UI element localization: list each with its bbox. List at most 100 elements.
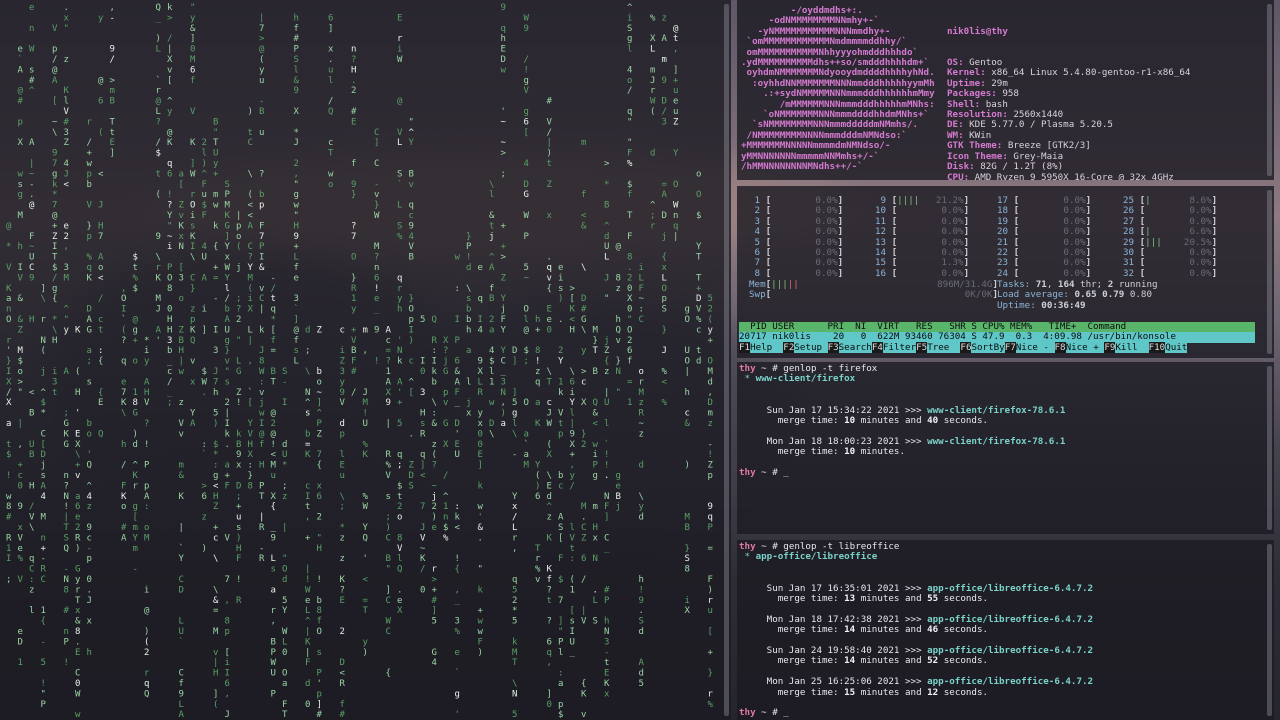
fkey-label[interactable]: SortBy — [971, 341, 1005, 353]
matrix-glyph: ! — [639, 585, 644, 595]
fkey-f1[interactable]: F1 — [739, 341, 751, 353]
matrix-glyph: h — [535, 315, 540, 325]
matrix-glyph: < — [64, 180, 70, 190]
matrix-glyph: ` — [397, 179, 402, 190]
matrix-glyph: L — [248, 325, 253, 335]
matrix-glyph: | — [225, 409, 230, 419]
fkey-label[interactable]: Nice + — [1065, 341, 1105, 353]
matrix-glyph: " — [282, 554, 287, 564]
matrix-glyph: w — [489, 398, 495, 408]
matrix-glyph: x — [190, 377, 196, 387]
matrix-glyph: f — [547, 575, 552, 585]
fkey-f4[interactable]: F4 — [871, 341, 883, 353]
matrix-glyph: 0 — [547, 700, 552, 710]
matrix-glyph: V — [18, 575, 24, 585]
matrix-glyph: i — [685, 596, 690, 606]
fkey-f7[interactable]: F7 — [1004, 341, 1016, 353]
cpu-percent: 0.0% — [941, 205, 964, 217]
scrollbar[interactable] — [1267, 366, 1272, 530]
matrix-glyph: z — [202, 513, 207, 523]
matrix-glyph: # — [294, 34, 300, 44]
matrix-glyph: # — [64, 117, 70, 127]
matrix-glyph: w — [259, 409, 265, 419]
fkey-f3[interactable]: F3 — [827, 341, 839, 353]
matrix-glyph: \ — [52, 325, 57, 335]
matrix-glyph: [ — [133, 513, 138, 523]
matrix-glyph: A — [41, 481, 47, 491]
scrollbar[interactable] — [1267, 544, 1272, 716]
scrollbar[interactable] — [1267, 190, 1272, 354]
matrix-glyph: } — [466, 232, 471, 242]
matrix-glyph: . — [64, 3, 69, 13]
htop-terminal[interactable]: 1 [ 0.0%] 2 [ 0.0%] 3 [ 0.0%] 4 [ 0.0%] … — [737, 186, 1274, 358]
matrix-glyph: [ — [524, 128, 529, 138]
matrix-glyph: l — [340, 450, 345, 460]
matrix-glyph: } — [225, 346, 230, 356]
fkey-label[interactable]: Setup — [794, 341, 828, 353]
matrix-glyph: ) — [535, 481, 540, 491]
matrix-glyph: N — [501, 388, 506, 398]
matrix-glyph: n — [41, 533, 46, 543]
matrix-glyph: / — [570, 481, 575, 491]
matrix-glyph: v — [443, 398, 448, 408]
matrix-glyph: R — [478, 388, 484, 398]
matrix-glyph: l — [489, 190, 494, 200]
matrix-glyph: Y — [501, 325, 507, 335]
fkey-f8[interactable]: F8 — [1054, 341, 1066, 353]
bullet: * — [739, 551, 756, 563]
fkey-label[interactable]: Help — [750, 341, 784, 353]
genlop-firefox-terminal[interactable]: thy ~ # genlop -t firefox * www-client/f… — [737, 362, 1274, 534]
fkey-label[interactable]: Nice - — [1015, 341, 1055, 353]
fkey-f6[interactable]: F6 — [960, 341, 972, 353]
fkey-f9[interactable]: F9 — [1104, 341, 1116, 353]
fkey-label[interactable]: Kill — [1115, 341, 1149, 353]
matrix-glyph: A — [190, 419, 196, 429]
matrix-glyph: z — [535, 367, 540, 377]
matrix-glyph: M — [64, 273, 70, 283]
matrix-glyph: > — [501, 149, 507, 159]
matrix-glyph: 5 — [708, 294, 713, 304]
fkey-label[interactable]: Tree — [927, 341, 961, 353]
matrix-glyph: < — [593, 419, 599, 429]
cpu-percent: 0.0% — [1063, 195, 1086, 206]
matrix-glyph: X — [6, 398, 12, 408]
matrix-glyph: v — [581, 710, 586, 720]
matrix-glyph: + — [501, 221, 507, 231]
matrix-glyph: k — [432, 367, 438, 377]
matrix-glyph: e — [305, 596, 310, 606]
matrix-glyph: c — [328, 138, 333, 148]
scrollbar[interactable] — [724, 4, 729, 716]
matrix-glyph: w — [179, 367, 185, 377]
matrix-glyph: Q — [64, 544, 69, 554]
matrix-glyph: F — [627, 232, 632, 242]
neofetch-terminal[interactable]: -/oyddmdhs+:. -odNMMMMMMMMNNmhy+-` -yNMM… — [737, 0, 1274, 180]
matrix-glyph: A — [455, 377, 461, 387]
genlop-libreoffice-terminal[interactable]: thy ~ # genlop -t libreoffice * app-offi… — [737, 540, 1274, 720]
matrix-glyph: [ — [167, 76, 172, 86]
info-key: Resolution: — [947, 109, 1014, 121]
matrix-terminal[interactable]: @ * V Ka n Or '} I X / Xa t $! w 8 # R 1 I; e ` A @ # p Xw s g Mh I V &… — [0, 0, 731, 720]
matrix-glyph: 9 — [639, 596, 644, 606]
prompt-host: thy — [739, 363, 756, 374]
matrix-glyph: \ — [466, 284, 471, 294]
scrollbar[interactable] — [1267, 4, 1272, 176]
matrix-glyph: H — [213, 669, 218, 679]
matrix-glyph: \ — [570, 367, 575, 377]
fkey-label[interactable]: Search — [838, 341, 872, 353]
matrix-glyph: < — [98, 273, 104, 283]
matrix-glyph: J — [294, 138, 299, 148]
fkey-f10[interactable]: F10 — [1148, 341, 1166, 353]
info-key: Disk: — [947, 161, 981, 173]
fkey-label[interactable]: Quit — [1165, 341, 1188, 353]
fkey-f5[interactable]: F5 — [916, 341, 928, 353]
matrix-glyph: R — [6, 533, 12, 543]
matrix-glyph: h — [294, 13, 299, 23]
info-value: Breeze [GTK2/3] — [1007, 140, 1091, 152]
matrix-glyph: " — [409, 117, 414, 127]
info-key: CPU: — [947, 171, 975, 180]
matrix-glyph: M — [581, 502, 587, 512]
matrix-glyph: x — [547, 211, 553, 221]
matrix-glyph: V — [696, 305, 702, 315]
fkey-f2[interactable]: F2 — [783, 341, 795, 353]
fkey-label[interactable]: Filter — [882, 341, 917, 353]
